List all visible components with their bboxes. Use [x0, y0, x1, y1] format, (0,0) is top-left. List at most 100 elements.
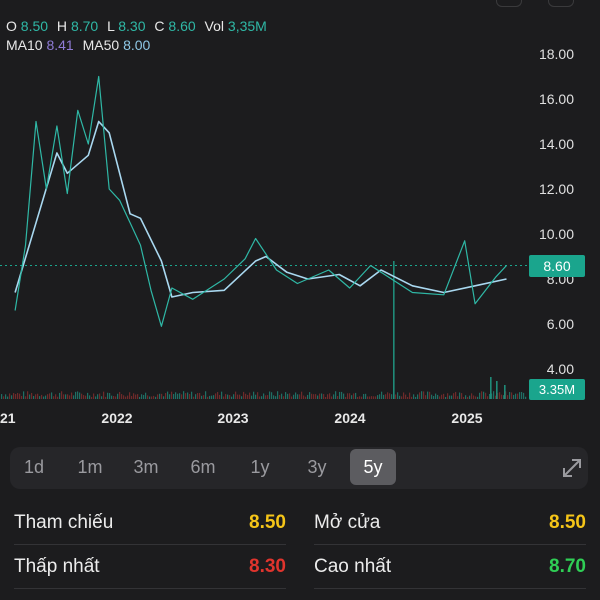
volume-bar: [417, 394, 419, 399]
y-axis-tick-label: 10.00: [539, 226, 574, 242]
volume-bar: [347, 393, 349, 399]
volume-value: 3,35M: [227, 18, 267, 34]
volume-bar: [521, 391, 523, 399]
volume-bar: [331, 396, 333, 399]
volume-bar: [223, 396, 225, 399]
volume-bar: [255, 394, 257, 399]
volume-bar: [37, 393, 39, 399]
volume-bar: [203, 395, 205, 399]
volume-bar: [175, 392, 177, 399]
volume-bar: [339, 391, 341, 399]
volume-bar: [379, 394, 381, 399]
volume-bar: [335, 391, 337, 399]
divider: [314, 588, 586, 589]
lowest-price-label: Thấp nhất: [14, 556, 100, 577]
volume-bar: [197, 393, 199, 399]
close-label: C: [154, 18, 165, 34]
volume-bar: [225, 394, 227, 399]
volume-bar: [277, 391, 279, 399]
volume-bar: [395, 394, 397, 399]
volume-bar: [11, 395, 13, 399]
volume-bar: [359, 396, 361, 399]
volume-bar: [385, 394, 387, 399]
volume-bar: [377, 395, 379, 399]
volume-bar: [415, 396, 417, 399]
range-tab-3m[interactable]: 3m: [123, 449, 169, 485]
volume-bar: [483, 391, 485, 399]
ohlc-legend: O 8.50 H 8.70 L 8.30 C 8.60 Vol 3,35M: [6, 18, 267, 34]
volume-bar: [471, 393, 473, 399]
range-tab-6m[interactable]: 6m: [180, 449, 226, 485]
volume-bar: [31, 392, 33, 399]
volume-bar: [245, 393, 247, 399]
volume-bar: [327, 394, 329, 399]
open-value: 8.50: [20, 18, 49, 34]
volume-bar: [427, 391, 429, 399]
high-value: 8.70: [70, 18, 99, 34]
open-label: O: [6, 18, 17, 34]
volume-bar: [127, 395, 129, 399]
volume-bar: [313, 394, 315, 399]
volume-bar: [493, 391, 495, 399]
volume-bar: [413, 394, 415, 399]
ma10-value: 8.41: [46, 37, 74, 53]
volume-bar: [507, 395, 509, 399]
time-range-selector: 1d 1m 3m 6m 1y 3y 5y: [10, 447, 588, 489]
volume-bar: [113, 395, 115, 399]
volume-bar: [487, 396, 489, 399]
ma-legend: MA10 8.41 MA50 8.00: [6, 37, 150, 53]
current-volume-tag: 3.35M: [529, 379, 585, 400]
volume-spike: [393, 261, 395, 399]
volume-bar: [373, 396, 375, 399]
volume-bar: [311, 393, 313, 399]
volume-bar: [435, 393, 437, 399]
range-tab-1d[interactable]: 1d: [11, 449, 57, 485]
volume-bar: [323, 394, 325, 399]
volume-bar: [195, 394, 197, 399]
expand-icon[interactable]: [558, 454, 586, 482]
divider: [14, 588, 286, 589]
volume-bar: [345, 396, 347, 399]
volume-bar: [5, 394, 7, 399]
volume-bar: [71, 392, 73, 399]
volume-bar: [221, 391, 223, 399]
y-axis-tick-label: 6.00: [547, 316, 574, 332]
volume-bar: [361, 396, 363, 399]
volume-bar: [333, 394, 335, 399]
volume-bar: [201, 395, 203, 399]
range-tab-5y[interactable]: 5y: [350, 449, 396, 485]
volume-bar: [207, 396, 209, 399]
range-tab-3y[interactable]: 3y: [294, 449, 340, 485]
volume-bar: [445, 396, 447, 399]
volume-bar: [317, 395, 319, 399]
volume-bar: [79, 392, 81, 399]
range-tab-1m[interactable]: 1m: [67, 449, 113, 485]
volume-bar: [355, 392, 357, 399]
volume-bar: [371, 396, 373, 399]
volume-bar: [463, 396, 465, 399]
volume-bar: [55, 394, 57, 399]
volume-bar: [363, 394, 365, 399]
volume-bar: [17, 392, 19, 399]
price-chart[interactable]: 18.00 16.00 14.00 12.00 10.00 8.00 6.00 4.00 21 2…: [0, 0, 600, 435]
ma10-label: MA10: [6, 37, 43, 53]
volume-bar: [283, 396, 285, 399]
range-tab-1y[interactable]: 1y: [237, 449, 283, 485]
volume-bar: [217, 392, 219, 399]
volume-bar: [215, 393, 217, 399]
volume-bar: [477, 396, 479, 399]
volume-bar: [53, 396, 55, 399]
volume-bar: [227, 394, 229, 399]
volume-bar: [7, 396, 9, 399]
volume-bar: [249, 392, 251, 399]
volume-bar: [75, 391, 77, 399]
volume-bar: [457, 396, 459, 399]
volume-bar: [229, 395, 231, 399]
volume-bar: [351, 395, 353, 399]
volume-bar: [107, 392, 109, 399]
volume-bar: [239, 394, 241, 399]
volume-bar: [133, 393, 135, 399]
volume-bar: [123, 395, 125, 399]
volume-bar: [291, 396, 293, 399]
volume-bar: [93, 393, 95, 399]
